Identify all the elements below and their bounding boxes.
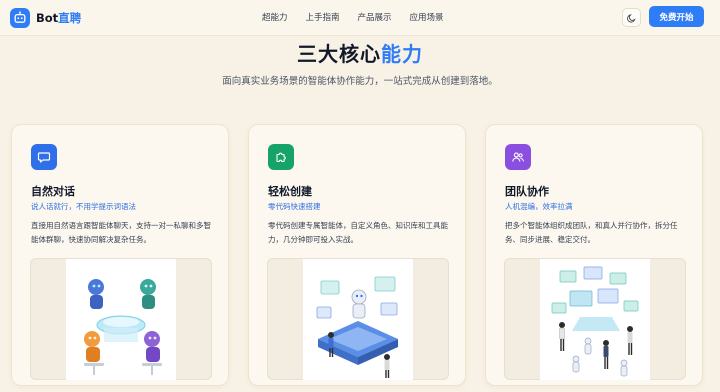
chat-bubble-icon bbox=[31, 144, 57, 170]
card-tagline: 零代码快速搭建 bbox=[268, 202, 321, 211]
feature-card-team-collaboration: 团队协作 人机混编，效率拉满 把多个智能体组织成团队，和真人并行协作，拆分任务、… bbox=[485, 124, 703, 386]
team-icon bbox=[505, 144, 531, 170]
card-title: 轻松创建 bbox=[268, 185, 312, 198]
card-title: 自然对话 bbox=[31, 185, 75, 198]
moon-icon bbox=[626, 13, 636, 23]
feature-card-natural-dialogue: 自然对话 说人话就行，不用学提示词语法 直接用自然语言跟智能体聊天，支持一对一私… bbox=[11, 124, 229, 386]
robot-builder-illustration bbox=[303, 259, 413, 380]
card-description: 把多个智能体组织成团队，和真人并行协作，拆分任务、同步进展、稳定交付。 bbox=[505, 221, 678, 244]
top-nav-bar: Bot直聘 超能力 上手指南 产品展示 应用场景 免费开始 bbox=[0, 0, 720, 36]
nav-item-superpowers[interactable]: 超能力 bbox=[262, 11, 288, 23]
nav-item-getting-started[interactable]: 上手指南 bbox=[306, 11, 340, 23]
logo-text-accent: 直聘 bbox=[58, 11, 82, 25]
puzzle-icon bbox=[268, 144, 294, 170]
card-tagline: 人机混编，效率拉满 bbox=[505, 202, 573, 211]
robots-meeting-illustration bbox=[66, 259, 176, 380]
section-title-text: 三大核心 bbox=[297, 42, 381, 66]
card-illustration-frame bbox=[504, 258, 686, 380]
brand-logo[interactable]: Bot直聘 bbox=[10, 8, 81, 28]
theme-toggle-button[interactable] bbox=[622, 8, 641, 27]
logo-text: Bot bbox=[36, 11, 59, 25]
main-nav: 超能力 上手指南 产品展示 应用场景 bbox=[262, 11, 462, 23]
card-illustration-frame bbox=[267, 258, 449, 380]
nav-item-product-showcase[interactable]: 产品展示 bbox=[358, 11, 392, 23]
section-title: 三大核心能力 bbox=[0, 38, 720, 67]
card-tagline: 说人话就行，不用学提示词语法 bbox=[31, 202, 136, 211]
robot-icon bbox=[10, 8, 30, 28]
human-robot-team-illustration bbox=[540, 259, 650, 380]
feature-card-easy-creation: 轻松创建 零代码快速搭建 零代码创建专属智能体，自定义角色、知识库和工具能力，几… bbox=[248, 124, 466, 386]
section-subtitle: 面向真实业务场景的智能体协作能力，一站式完成从创建到落地。 bbox=[222, 76, 498, 87]
section-title-accent: 能力 bbox=[381, 42, 423, 66]
free-start-button[interactable]: 免费开始 bbox=[649, 6, 704, 27]
card-description: 零代码创建专属智能体，自定义角色、知识库和工具能力，几分钟即可投入实战。 bbox=[268, 221, 448, 244]
card-description: 直接用自然语言跟智能体聊天，支持一对一私聊和多智能体群聊，快速协同解决复杂任务。 bbox=[31, 221, 211, 244]
card-title: 团队协作 bbox=[505, 185, 549, 198]
card-illustration-frame bbox=[30, 258, 212, 380]
nav-item-use-cases[interactable]: 应用场景 bbox=[410, 11, 444, 23]
